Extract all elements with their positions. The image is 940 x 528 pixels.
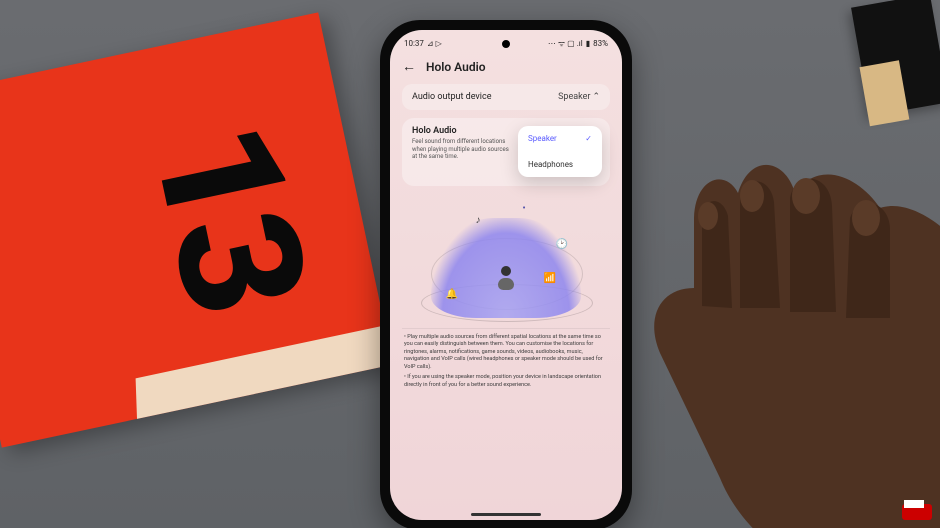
hand — [590, 98, 940, 528]
dropdown-option-speaker[interactable]: Speaker ✓ — [518, 126, 602, 151]
description-paragraph-1: • Play multiple audio sources from diffe… — [404, 334, 608, 371]
holo-illustration: 🔔 📶 🕑 ♪ • — [402, 194, 610, 324]
person-icon — [498, 266, 514, 290]
dropdown-option-label: Speaker — [528, 134, 557, 143]
dot-icon: • — [518, 202, 530, 214]
audio-output-label: Audio output device — [412, 92, 491, 102]
phone-frame: 10:37 ⊿ ▷ ⋯ ᯤ ▢ .ıl ▮ 83% ← Holo Audio A… — [380, 20, 632, 528]
scene-root: 13 10:37 ⊿ ▷ ⋯ ᯤ ▢ .ıl ▮ 83% ← Holo — [0, 0, 940, 528]
bell-icon: 🔔 — [446, 288, 458, 300]
output-dropdown: Speaker ✓ Headphones — [518, 126, 602, 177]
wifi-icon: 📶 — [544, 272, 556, 284]
front-camera — [502, 40, 510, 48]
holo-card-desc: Feel sound from different locations when… — [412, 138, 515, 161]
chevron-up-icon: ⌃ — [592, 92, 600, 102]
phone-screen: 10:37 ⊿ ▷ ⋯ ᯤ ▢ .ıl ▮ 83% ← Holo Audio A… — [390, 30, 622, 520]
background-object — [851, 0, 940, 116]
audio-output-row[interactable]: Audio output device Speaker ⌃ — [402, 84, 610, 110]
product-box-logo: 13 — [112, 107, 345, 325]
description-paragraph-2: • If you are using the speaker mode, pos… — [404, 374, 608, 389]
check-icon: ✓ — [585, 134, 592, 143]
status-icons-right: ⋯ ᯤ ▢ .ıl — [548, 38, 583, 49]
battery-icon: ▮ — [586, 39, 590, 48]
status-battery: 83% — [593, 39, 608, 48]
nav-handle[interactable] — [471, 513, 541, 516]
page-header: ← Holo Audio — [402, 56, 610, 84]
page-content: ← Holo Audio Audio output device Speaker… — [390, 56, 622, 520]
status-time: 10:37 — [404, 39, 424, 48]
audio-output-value-text: Speaker — [558, 92, 590, 102]
clock-icon: 🕑 — [556, 238, 568, 250]
audio-output-value: Speaker ⌃ — [558, 92, 600, 102]
dropdown-option-headphones[interactable]: Headphones — [518, 151, 602, 177]
back-button[interactable]: ← — [402, 60, 416, 74]
youtube-badge — [902, 504, 932, 520]
note-icon: ♪ — [472, 214, 484, 226]
dropdown-option-label: Headphones — [528, 160, 573, 169]
product-box-label-side — [136, 324, 392, 439]
page-title: Holo Audio — [426, 60, 485, 74]
product-box: 13 — [0, 12, 393, 447]
status-icons-left: ⊿ ▷ — [427, 39, 442, 48]
description-text: • Play multiple audio sources from diffe… — [402, 328, 610, 389]
holo-audio-card: Holo Audio Feel sound from different loc… — [402, 118, 610, 186]
